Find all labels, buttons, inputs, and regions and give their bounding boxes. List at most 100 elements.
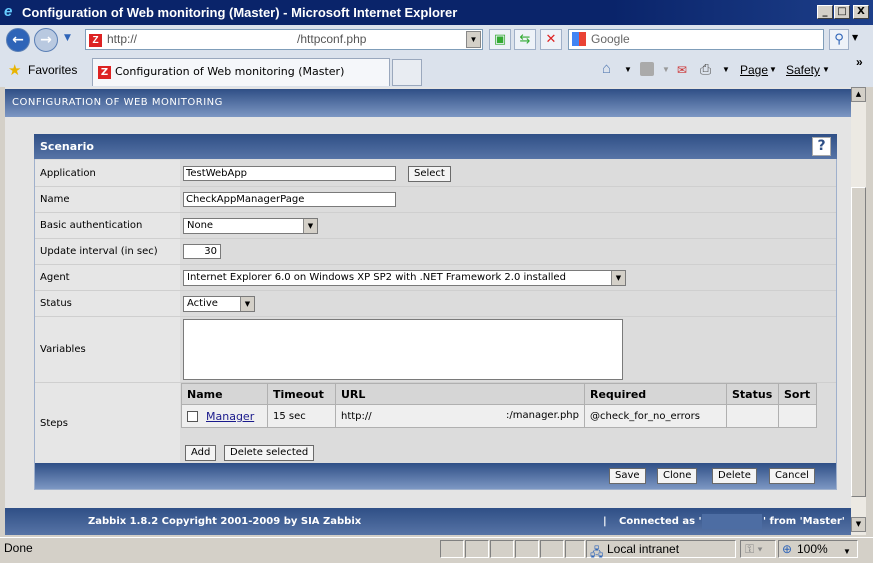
form-footer: Save Clone Delete Cancel <box>35 463 836 489</box>
address-suffix: /httpconf.php <box>297 32 367 46</box>
redacted-username <box>702 514 762 529</box>
col-sort[interactable]: Sort <box>778 383 817 405</box>
chevron-down-icon: ▼ <box>240 297 254 311</box>
home-dropdown-icon[interactable]: ▼ <box>624 65 632 74</box>
zoom-value: 100% <box>797 542 828 556</box>
address-prefix: http:// <box>107 32 138 46</box>
step-checkbox[interactable] <box>187 411 198 422</box>
add-step-button[interactable]: Add <box>185 445 217 461</box>
address-dropdown-icon[interactable]: ▼ <box>466 31 481 48</box>
tab-active[interactable]: Z Configuration of Web monitoring (Maste… <box>92 58 390 86</box>
mail-icon[interactable]: ✉ <box>677 63 687 77</box>
status-row: Status Active ▼ <box>35 291 836 317</box>
application-label: Application <box>35 160 180 186</box>
steps-label: Steps <box>35 383 180 463</box>
history-dropdown-icon[interactable]: ▼ <box>64 33 71 43</box>
steps-header-row: Name Timeout URL Required Status Sort <box>181 383 817 405</box>
stop-icon[interactable]: ✕ <box>540 29 562 50</box>
maximize-button[interactable]: □ <box>834 5 850 19</box>
search-icon[interactable]: ⚲ <box>829 29 849 50</box>
page-header: CONFIGURATION OF WEB MONITORING <box>5 89 851 117</box>
protected-mode-icon[interactable]: ⚿ ▾ <box>740 540 776 558</box>
search-placeholder: Google <box>591 32 630 46</box>
step-status <box>726 404 779 428</box>
close-button[interactable]: X <box>853 5 869 19</box>
col-status[interactable]: Status <box>726 383 779 405</box>
more-tools-button[interactable]: » <box>856 55 863 69</box>
step-sort <box>778 404 817 428</box>
select-application-button[interactable]: Select <box>408 166 451 182</box>
table-row: Manager 15 sec http://:/manager.php @che… <box>181 404 817 428</box>
search-input[interactable]: Google <box>568 29 824 50</box>
name-label: Name <box>35 187 180 212</box>
zabbix-favicon: Z <box>89 34 102 47</box>
refresh-icon[interactable]: ⇆ <box>514 29 536 50</box>
application-input[interactable]: TestWebApp <box>183 166 396 181</box>
connected-prefix: Connected as ' <box>619 516 702 527</box>
agent-value: Internet Explorer 6.0 on Windows XP SP2 … <box>187 272 566 283</box>
safety-menu[interactable]: Safety <box>786 63 820 77</box>
minimize-button[interactable]: _ <box>817 5 833 19</box>
window-title: Configuration of Web monitoring (Master)… <box>22 5 458 20</box>
col-url[interactable]: URL <box>335 383 585 405</box>
status-value: Active <box>187 298 218 309</box>
status-select[interactable]: Active ▼ <box>183 296 255 312</box>
step-timeout: 15 sec <box>267 404 336 428</box>
page-dropdown-icon: ▼ <box>769 65 777 74</box>
col-name[interactable]: Name <box>181 383 268 405</box>
variables-row: Variables <box>35 317 836 383</box>
copyright: Zabbix 1.8.2 Copyright 2001-2009 by SIA … <box>88 516 362 527</box>
name-input[interactable]: CheckAppManagerPage <box>183 192 396 207</box>
help-icon[interactable]: ? <box>812 137 831 156</box>
address-bar[interactable]: Zhttp:// /httpconf.php ▼ <box>85 29 483 50</box>
security-zone[interactable]: 🖧 Local intranet <box>586 540 736 559</box>
agent-row: Agent Internet Explorer 6.0 on Windows X… <box>35 265 836 291</box>
tab-title: Configuration of Web monitoring (Master) <box>115 65 345 78</box>
print-icon[interactable]: ⎙ <box>700 61 711 78</box>
agent-select[interactable]: Internet Explorer 6.0 on Windows XP SP2 … <box>183 270 626 286</box>
steps-table: Name Timeout URL Required Status Sort Ma… <box>181 383 817 428</box>
zoom-level[interactable]: ⊕ 100% ▼ <box>778 540 858 558</box>
update-interval-row: Update interval (in sec) 30 <box>35 239 836 265</box>
col-required[interactable]: Required <box>584 383 727 405</box>
zone-label: Local intranet <box>607 542 680 556</box>
page-menu[interactable]: Page <box>740 63 768 77</box>
delete-button[interactable]: Delete <box>712 468 757 484</box>
variables-textarea[interactable] <box>183 319 623 380</box>
vertical-scrollbar[interactable]: ▲ ▼ <box>851 87 866 535</box>
print-dropdown-icon[interactable]: ▼ <box>722 65 730 74</box>
steps-row: Steps Name Timeout URL Required Status S… <box>35 383 836 463</box>
basic-auth-select[interactable]: None ▼ <box>183 218 318 234</box>
chevron-down-icon: ▼ <box>611 271 625 285</box>
scroll-down-icon[interactable]: ▼ <box>851 517 866 532</box>
zoom-icon: ⊕ <box>782 542 793 556</box>
feeds-icon[interactable] <box>640 62 654 76</box>
new-tab-button[interactable] <box>392 59 422 86</box>
forward-button[interactable]: → <box>34 28 58 52</box>
chevron-down-icon: ▼ <box>303 219 317 233</box>
step-name-link[interactable]: Manager <box>206 410 254 423</box>
basic-auth-value: None <box>187 220 214 231</box>
connected-suffix: ' from 'Master' <box>763 516 845 527</box>
zabbix-favicon: Z <box>98 66 111 79</box>
favorites-button[interactable]: Favorites <box>28 63 77 77</box>
delete-selected-button[interactable]: Delete selected <box>224 445 315 461</box>
status-text: Done <box>4 541 33 555</box>
form-header: Scenario ? <box>34 134 837 159</box>
feeds-dropdown-icon[interactable]: ▼ <box>662 65 670 74</box>
compatibility-view-icon[interactable]: ▣ <box>489 29 511 50</box>
scrollbar-thumb[interactable] <box>851 187 866 497</box>
col-timeout[interactable]: Timeout <box>267 383 336 405</box>
clone-button[interactable]: Clone <box>657 468 698 484</box>
name-row: Name CheckAppManagerPage <box>35 187 836 213</box>
cancel-button[interactable]: Cancel <box>769 468 815 484</box>
search-options-icon[interactable]: ▼ <box>852 33 858 42</box>
google-icon <box>572 32 586 46</box>
scroll-up-icon[interactable]: ▲ <box>851 87 866 102</box>
home-icon[interactable]: ⌂ <box>602 60 611 77</box>
step-url-suffix: :/manager.php <box>506 410 579 421</box>
save-button[interactable]: Save <box>609 468 646 484</box>
update-interval-input[interactable]: 30 <box>183 244 221 259</box>
back-button[interactable]: ← <box>6 28 30 52</box>
ie-logo-icon: e <box>4 3 13 20</box>
